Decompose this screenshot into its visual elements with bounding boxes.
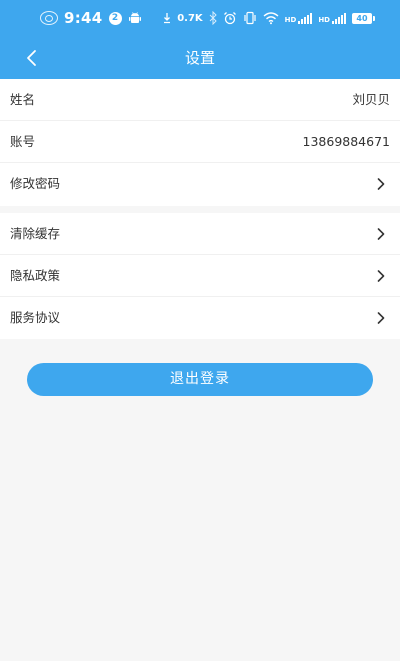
clear-cache-label: 清除缓存 <box>10 226 61 241</box>
change-password-label: 修改密码 <box>10 176 61 191</box>
account-label: 账号 <box>10 134 36 149</box>
chevron-right-icon <box>377 312 385 324</box>
signal-hd-label: HD <box>284 16 297 24</box>
status-bar-right: 0.7K HD HD 40 <box>163 10 375 26</box>
name-label: 姓名 <box>10 92 36 107</box>
alarm-icon <box>223 12 236 25</box>
service-agreement-row[interactable]: 服务协议 <box>0 297 400 339</box>
account-value: 13869884671 <box>302 134 390 149</box>
bluetooth-icon <box>209 11 217 25</box>
download-icon <box>164 13 171 24</box>
account-row: 账号 13869884671 <box>0 121 400 163</box>
change-password-row[interactable]: 修改密码 <box>0 163 400 205</box>
chevron-right-icon <box>377 270 385 282</box>
chevron-right-icon <box>377 178 385 190</box>
privacy-policy-label: 隐私政策 <box>10 268 61 283</box>
battery-icon: 40 <box>352 12 375 24</box>
net-speed: 0.7K <box>177 12 203 24</box>
signal-icon: HD <box>285 12 313 24</box>
clear-cache-row[interactable]: 清除缓存 <box>0 213 400 255</box>
signal-hd-label: HD <box>318 16 330 24</box>
name-value: 刘贝贝 <box>352 92 390 107</box>
status-bar: 9:44 2 0.7K HD HD 40 <box>0 0 400 36</box>
status-bar-left: 9:44 2 <box>40 9 142 27</box>
profile-settings-group: 姓名 刘贝贝 账号 13869884671 修改密码 <box>0 79 400 206</box>
status-time: 9:44 <box>64 9 103 27</box>
vibrate-icon <box>244 11 256 25</box>
logout-button[interactable]: 退出登录 <box>27 363 373 396</box>
app-header: 9:44 2 0.7K HD HD 40 设置 <box>0 0 400 79</box>
page-title: 设置 <box>184 49 215 67</box>
privacy-policy-row[interactable]: 隐私政策 <box>0 255 400 297</box>
signal-icon: HD <box>318 12 346 24</box>
notification-badge: 2 <box>108 11 122 25</box>
android-icon <box>128 12 141 23</box>
wifi-icon <box>263 12 279 25</box>
general-settings-group: 清除缓存 隐私政策 服务协议 <box>0 213 400 339</box>
name-row: 姓名 刘贝贝 <box>0 79 400 121</box>
chevron-right-icon <box>377 228 385 240</box>
ring-icon <box>40 11 58 25</box>
service-agreement-label: 服务协议 <box>10 310 61 325</box>
